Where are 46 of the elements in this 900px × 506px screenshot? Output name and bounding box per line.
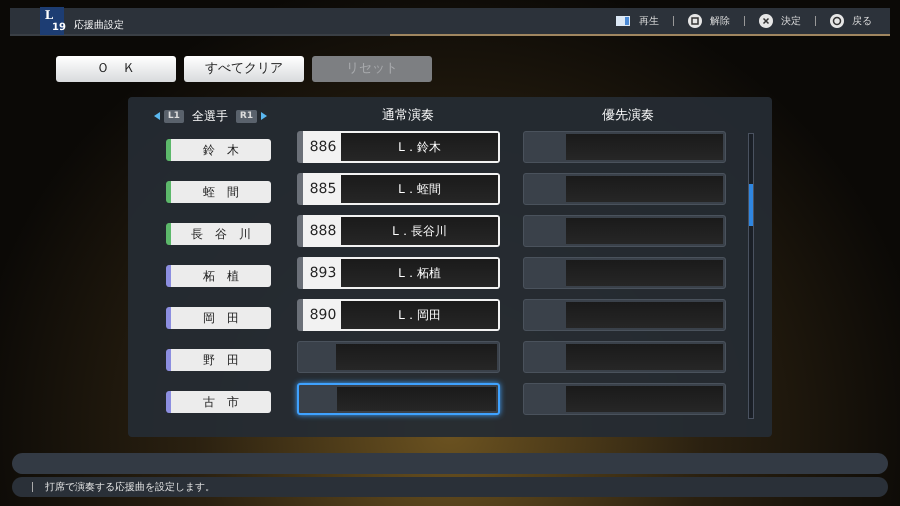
player-tag[interactable]: 鈴 木 <box>166 139 271 161</box>
player-tag[interactable]: 野 田 <box>166 349 271 371</box>
right-arrow-icon[interactable] <box>261 112 268 120</box>
song-slot[interactable]: 888 L．長谷川 <box>297 215 500 247</box>
hint-label: 解除 <box>710 14 730 28</box>
player-tag[interactable]: 蛭 間 <box>166 181 271 203</box>
song-number: 888 <box>310 222 336 240</box>
player-tag[interactable]: 古 市 <box>166 391 271 413</box>
key-badge: R1 <box>236 110 258 122</box>
action-button[interactable]: Ｏ Ｋ <box>56 56 176 82</box>
key-badge: L1 <box>164 110 184 122</box>
player-tag[interactable]: 岡 田 <box>166 307 271 329</box>
left-arrow-icon[interactable] <box>154 112 160 120</box>
touchpad-icon <box>615 15 631 27</box>
song-slot[interactable] <box>297 383 500 415</box>
song-slot[interactable]: 890 L．岡田 <box>297 299 500 331</box>
player-tag[interactable]: 柘 植 <box>166 265 271 287</box>
hint-label: 決定 <box>781 14 801 28</box>
song-slot[interactable]: 893 L．柘植 <box>297 257 500 289</box>
player-tag[interactable]: 長 谷 川 <box>166 223 271 245</box>
cross-button-icon <box>759 14 773 28</box>
song-number: 893 <box>310 264 336 282</box>
song-title: L．蛭間 <box>398 181 441 198</box>
hint-label: 戻る <box>852 14 872 28</box>
scrollbar-thumb[interactable] <box>749 184 753 226</box>
scrollbar[interactable] <box>748 133 754 419</box>
song-title: L．鈴木 <box>398 139 441 156</box>
column-header: 優先演奏 <box>602 107 654 125</box>
logo-letter: L <box>44 9 54 21</box>
song-title: L．長谷川 <box>392 223 447 240</box>
filter-label: 全選手 <box>192 108 228 125</box>
song-number: 890 <box>310 306 336 324</box>
action-button[interactable]: すべてクリア <box>184 56 304 82</box>
song-slot[interactable]: 886 L．鈴木 <box>297 131 500 163</box>
song-number: 886 <box>310 138 336 156</box>
song-number: 885 <box>310 180 336 198</box>
logo-number: 19 <box>52 23 66 33</box>
help-text: 打席で演奏する応援曲を設定します。 <box>45 480 215 494</box>
song-slot[interactable]: 885 L．蛭間 <box>297 173 500 205</box>
hint-label: 再生 <box>639 14 659 28</box>
square-button-icon <box>688 14 702 28</box>
screen-title: 応援曲設定 <box>74 18 124 32</box>
song-title: L．柘植 <box>398 265 441 282</box>
song-title: L．岡田 <box>398 307 441 324</box>
circle-button-icon <box>830 14 844 28</box>
column-header: 通常演奏 <box>382 107 434 125</box>
